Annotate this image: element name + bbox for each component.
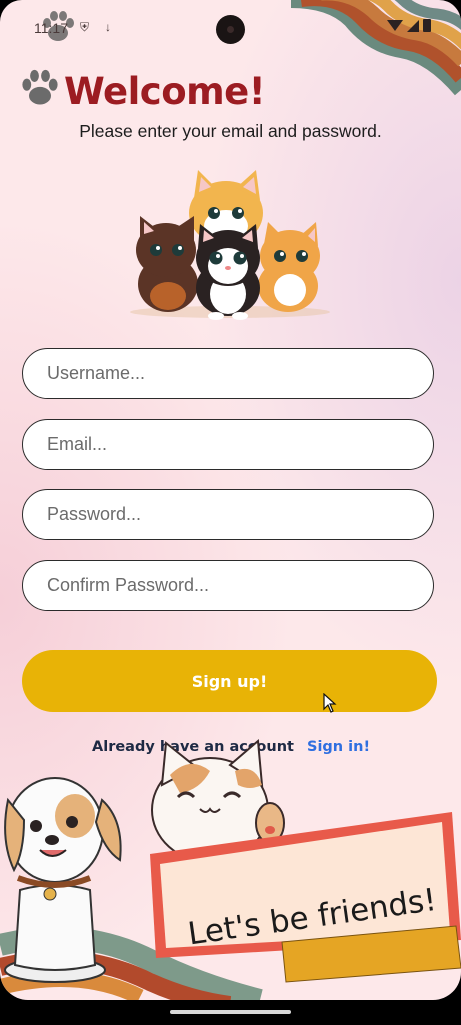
password-input[interactable] xyxy=(23,490,433,539)
page-title: Welcome! xyxy=(64,70,266,113)
email-input[interactable] xyxy=(23,420,433,469)
wifi-icon xyxy=(387,20,403,31)
download-icon: ↓ xyxy=(105,20,111,34)
signal-icon xyxy=(407,19,419,32)
status-bar: 11:17 ⛨ ↓ xyxy=(0,0,461,54)
signup-button[interactable]: Sign up! xyxy=(22,650,437,712)
system-icons xyxy=(387,19,431,32)
shield-icon: ⛨ xyxy=(80,20,90,34)
signin-link[interactable]: Sign in! xyxy=(307,739,370,755)
username-field[interactable] xyxy=(22,348,434,399)
password-field[interactable] xyxy=(22,489,434,540)
status-time: 11:17 xyxy=(34,20,68,36)
dog-illustration xyxy=(4,777,122,983)
email-field[interactable] xyxy=(22,419,434,470)
username-input[interactable] xyxy=(23,349,433,398)
page-subtitle: Please enter your email and password. xyxy=(79,121,382,141)
front-camera xyxy=(216,15,245,44)
cats-illustration xyxy=(130,170,330,320)
confirm-password-field[interactable] xyxy=(22,560,434,611)
paw-icon xyxy=(22,69,58,105)
mouse-cursor-icon xyxy=(323,693,337,713)
home-indicator xyxy=(170,1010,291,1014)
battery-icon xyxy=(423,19,431,32)
confirm-password-input[interactable] xyxy=(23,561,433,610)
friends-sign-board: Let's be friends! xyxy=(150,812,461,983)
signup-screen: 11:17 ⛨ ↓ Welcome! Please enter your ema… xyxy=(0,0,461,1000)
